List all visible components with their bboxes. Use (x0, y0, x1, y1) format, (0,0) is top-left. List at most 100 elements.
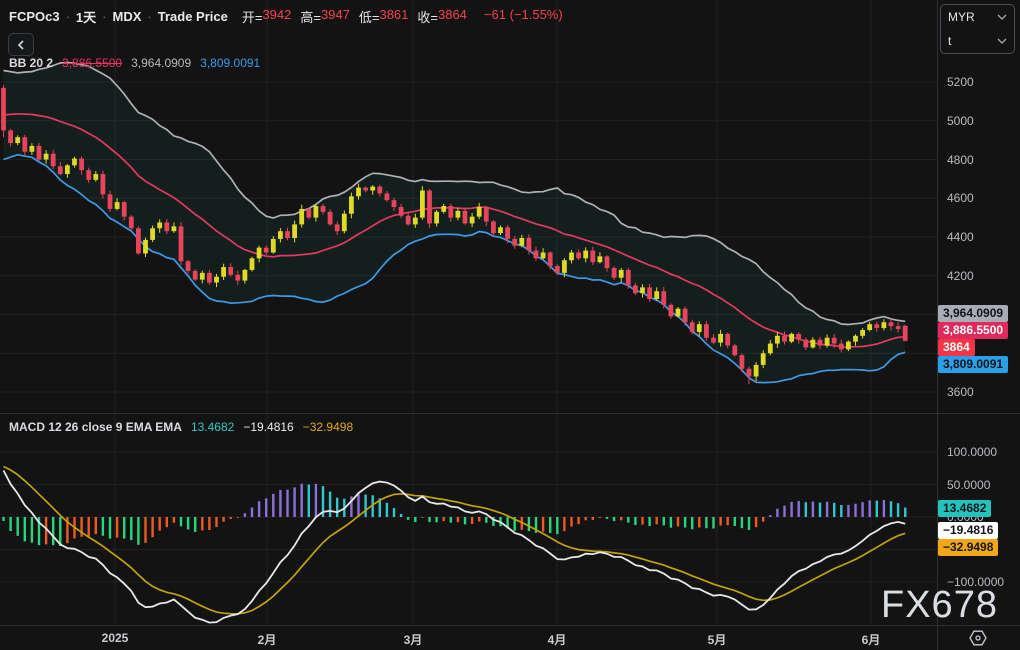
candle-body (598, 256, 603, 262)
candle-body (65, 165, 70, 174)
currency-select[interactable]: MYR (941, 5, 1014, 29)
macd-hist-bar (833, 503, 835, 517)
bb-fill (4, 63, 906, 383)
price-tick-label: 5200 (947, 74, 974, 90)
macd-hist-bar (748, 517, 750, 530)
candle-body (228, 267, 233, 275)
macd-hist-bar (648, 517, 650, 526)
separator: · (102, 9, 106, 24)
macd-hist-bar (144, 517, 146, 543)
candle-body (498, 227, 503, 233)
macd-hist-bar (464, 517, 466, 524)
chart-canvas[interactable] (0, 0, 937, 650)
candle-body (889, 322, 894, 326)
macd-hist-bar (762, 517, 764, 522)
candle-body (51, 154, 56, 167)
macd-signal-value: −32.9498 (303, 420, 353, 434)
macd-hist-bar (109, 517, 111, 539)
macd-hist-bar (861, 502, 863, 517)
candle-body (15, 137, 20, 143)
bb-basis-value: 3,886.5500 (62, 56, 122, 70)
candle-body (846, 342, 851, 350)
candle-body (512, 239, 517, 246)
macd-hist-bar (883, 500, 885, 517)
pane-divider[interactable] (0, 413, 1020, 414)
macd-hist-bar (641, 517, 643, 525)
macd-hist-bar (308, 485, 310, 517)
price-tick-label: 5000 (947, 113, 974, 129)
candle-body (605, 256, 610, 268)
settings-hexagon-icon[interactable] (969, 630, 987, 646)
candle-body (882, 322, 887, 328)
candle-body (583, 251, 588, 259)
candle-body (654, 291, 659, 299)
macd-hist-bar (293, 487, 295, 517)
candle-body (555, 266, 560, 273)
macd-line-badge: −19.4816 (938, 522, 998, 539)
macd-hist-bar (9, 517, 11, 531)
macd-hist-bar (237, 517, 239, 518)
macd-hist-bar (705, 517, 707, 528)
back-button[interactable] (8, 33, 34, 56)
candle-body (456, 211, 461, 218)
candle-body (874, 324, 879, 328)
macd-hist-bar (719, 517, 721, 526)
chevron-down-icon (997, 14, 1007, 20)
candle-body (853, 336, 858, 342)
interval-label[interactable]: 1天 (76, 7, 96, 26)
price-tick-label: 4400 (947, 229, 974, 245)
candle-body (775, 336, 780, 344)
macd-hist-bar (471, 517, 473, 524)
macd-hist-bar (897, 503, 899, 517)
macd-signal-badge: −32.9498 (938, 539, 998, 556)
macd-hist-bar (528, 517, 530, 531)
candle-body (867, 324, 872, 330)
price-tick-label: 4200 (947, 268, 974, 284)
price-source-label: Trade Price (158, 9, 228, 24)
macd-hist-bar (116, 517, 118, 538)
candle-body (243, 270, 248, 281)
macd-hist-bar (428, 517, 430, 522)
candle-body (377, 187, 382, 194)
candle-body (590, 251, 595, 263)
candle-body (179, 226, 184, 261)
candle-body (782, 336, 787, 342)
macd-hist-bar (776, 509, 778, 517)
symbol-name[interactable]: FCPOc3 (9, 9, 60, 24)
macd-hist-bar (31, 517, 33, 543)
month-label: 5月 (687, 631, 747, 648)
price-tick-label: 3600 (947, 384, 974, 400)
candle-body (285, 231, 290, 238)
candle-body (193, 271, 198, 280)
candle-body (612, 268, 617, 278)
macd-hist-bar (585, 517, 587, 520)
bb-upper-badge: 3,964.0909 (938, 305, 1008, 322)
candle-body (754, 365, 759, 377)
candle-body (44, 154, 49, 160)
macd-hist-bar (670, 517, 672, 528)
candle-body (349, 196, 354, 213)
candle-body (640, 287, 645, 293)
month-label: 2025 (85, 631, 145, 645)
open-value: 3942 (262, 7, 291, 26)
macd-indicator-row[interactable]: MACD 12 26 close 9 EMA EMA 13.4682 −19.4… (9, 420, 353, 434)
candle-body (1, 88, 6, 131)
macd-hist-bar (336, 498, 338, 517)
macd-hist-bar (357, 494, 359, 517)
candle-body (278, 231, 283, 239)
watermark: FX678 (881, 584, 998, 627)
macd-hist-bar (485, 517, 487, 523)
bb-basis-badge: 3,886.5500 (938, 322, 1008, 339)
candle-body (860, 330, 865, 336)
macd-hist-bar (592, 517, 594, 520)
macd-hist-bar (812, 502, 814, 517)
macd-hist-bar (613, 517, 615, 521)
price-tick-label: 4600 (947, 190, 974, 206)
candle-body (186, 261, 191, 271)
bb-indicator-row[interactable]: BB 20 2 3,886.5500 3,964.0909 3,809.0091 (9, 56, 260, 70)
candle-body (314, 206, 319, 218)
candle-body (292, 224, 297, 238)
unit-select[interactable]: t (941, 29, 1014, 53)
candle-body (257, 248, 262, 259)
candle-body (761, 353, 766, 365)
